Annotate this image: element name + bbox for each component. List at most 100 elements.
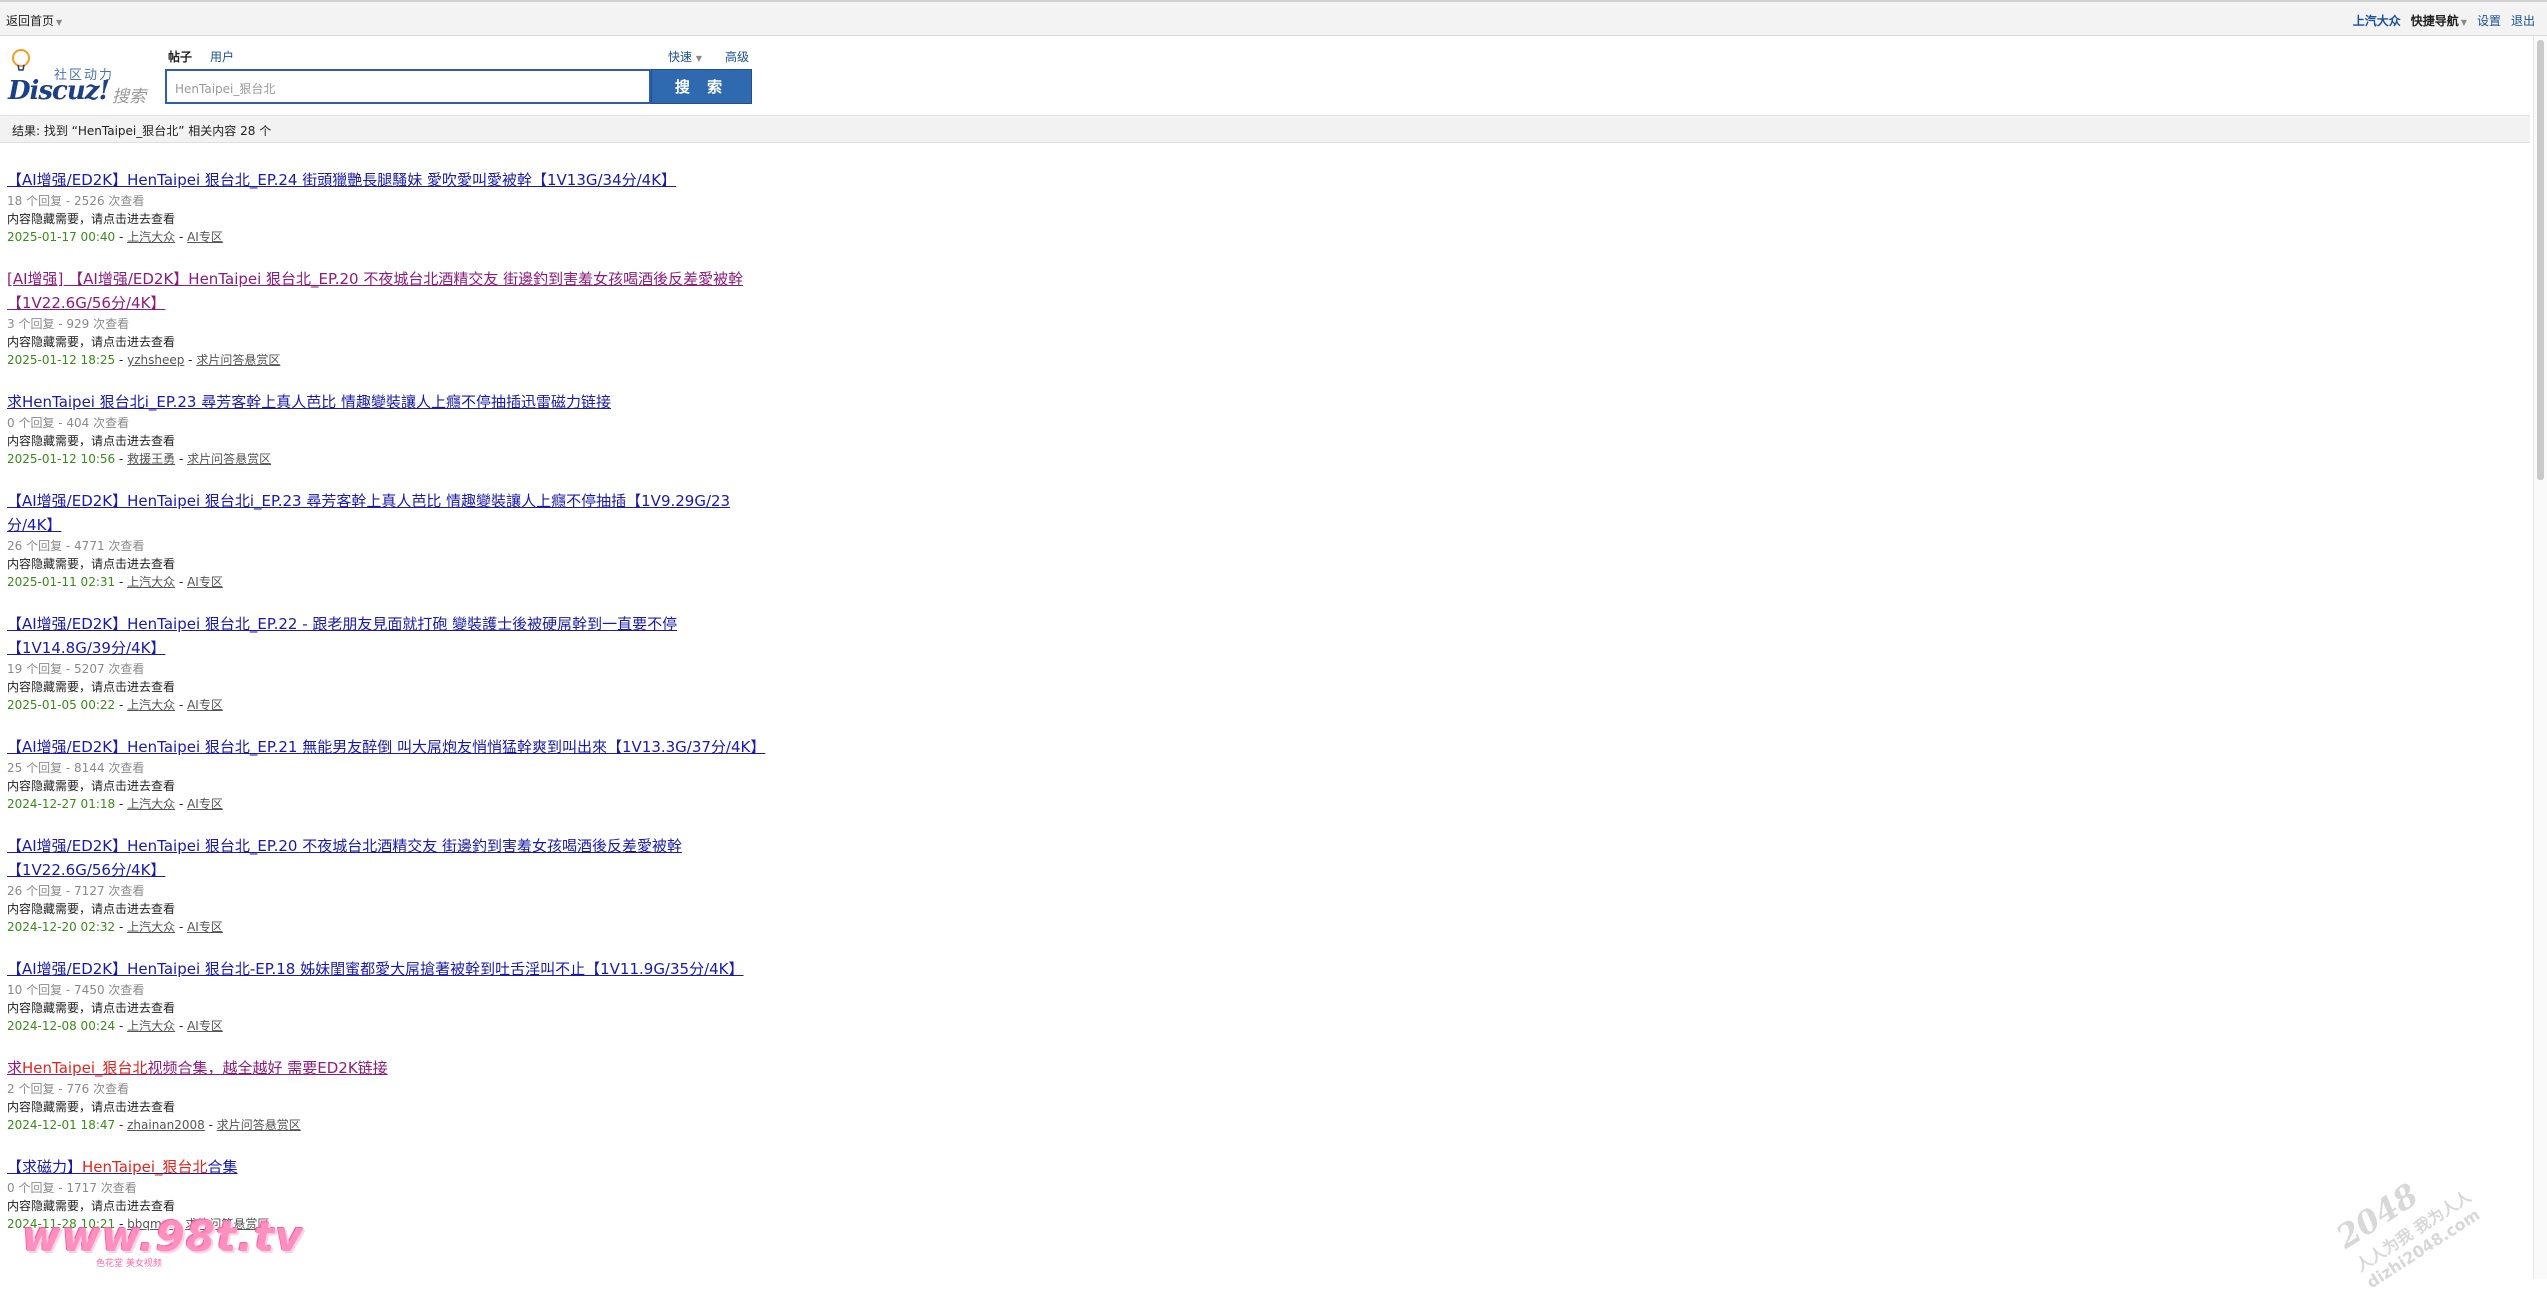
result-body: 内容隐藏需要，请点击进去查看 — [7, 902, 176, 916]
result-forum[interactable]: 求片问答悬赏区 — [187, 452, 271, 466]
result-meta: 26 个回复 - 7127 次查看 — [7, 884, 145, 898]
tab-users[interactable]: 用户 — [210, 48, 234, 65]
result-body: 内容隐藏需要，请点击进去查看 — [7, 212, 176, 226]
result-meta: 0 个回复 - 1717 次查看 — [7, 1181, 137, 1195]
list-item: 【AI增强/ED2K】HenTaipei 狠台北_EP.20 不夜城台北酒精交友… — [7, 834, 767, 936]
list-item: 【AI增强/ED2K】HenTaipei 狠台北_EP.21 無能男友醉倒 叫大… — [7, 735, 767, 813]
result-forum[interactable]: 求片问答悬赏区 — [196, 353, 280, 367]
search-input[interactable]: HenTaipei_狠台北 — [165, 69, 651, 104]
result-title[interactable]: 【AI增强/ED2K】HenTaipei 狠台北-EP.18 姊妹閨蜜都愛大屌搶… — [7, 960, 744, 978]
result-footer: 2025-01-11 02:31 - 上汽大众 - AI专区 — [7, 575, 223, 589]
result-body: 内容隐藏需要，请点击进去查看 — [7, 779, 176, 793]
result-body: 内容隐藏需要，请点击进去查看 — [7, 335, 176, 349]
result-meta: 0 个回复 - 404 次查看 — [7, 416, 130, 430]
logout-link[interactable]: 退出 — [2511, 12, 2535, 29]
home-link[interactable]: 返回首页 ▼ — [6, 12, 62, 29]
logo-brand: Discuz! — [8, 76, 110, 106]
result-author[interactable]: 救援王勇 — [127, 452, 175, 466]
result-body: 内容隐藏需要，请点击进去查看 — [7, 1100, 176, 1114]
top-bar: 返回首页 ▼ 上汽大众 快捷导航 ▼ 设置 退出 — [0, 0, 2547, 36]
chevron-down-icon: ▼ — [695, 54, 702, 63]
result-title[interactable]: 【AI增强/ED2K】HenTaipei 狠台北_EP.20 不夜城台北酒精交友… — [7, 837, 682, 879]
result-footer: 2025-01-12 18:25 - yzhsheep - 求片问答悬赏区 — [7, 353, 281, 367]
result-meta: 3 个回复 - 929 次查看 — [7, 317, 130, 331]
result-title[interactable]: 【AI增强/ED2K】HenTaipei 狠台北_EP.22 - 跟老朋友見面就… — [7, 615, 677, 657]
result-title[interactable]: 【AI增强/ED2K】HenTaipei 狠台北_EP.24 街頭獵艷長腿騷妹 … — [7, 171, 676, 189]
username-link[interactable]: 上汽大众 — [2353, 12, 2401, 29]
logo-search-word: 搜索 — [112, 87, 146, 107]
result-footer: 2024-12-27 01:18 - 上汽大众 - AI专区 — [7, 797, 223, 811]
result-title[interactable]: 求HenTaipei 狠台北i_EP.23 尋芳客幹上真人芭比 情趣變裝讓人上癮… — [7, 393, 611, 411]
result-meta: 18 个回复 - 2526 次查看 — [7, 194, 145, 208]
list-item: 求HenTaipei 狠台北i_EP.23 尋芳客幹上真人芭比 情趣變裝讓人上癮… — [7, 390, 767, 468]
scrollbar-thumb[interactable] — [2537, 40, 2544, 480]
list-item: 求HenTaipei_狠台北视频合集，越全越好 需要ED2K链接 2 个回复 -… — [7, 1056, 767, 1134]
result-author[interactable]: 上汽大众 — [127, 797, 175, 811]
watermark-98t-sub: 色花堂 美女视频 — [96, 1259, 162, 1269]
result-date: 2025-01-17 00:40 — [7, 230, 116, 244]
result-date: 2025-01-12 18:25 — [7, 353, 116, 367]
search-button[interactable]: 搜 索 — [651, 69, 752, 104]
search-type-tabs: 帖子 用户 — [168, 48, 234, 65]
watermark-98t: www.98t.tv — [22, 1212, 304, 1261]
result-date: 2025-01-12 10:56 — [7, 452, 116, 466]
result-forum[interactable]: AI专区 — [187, 575, 223, 589]
result-title[interactable]: 求HenTaipei_狠台北视频合集，越全越好 需要ED2K链接 — [7, 1059, 388, 1077]
result-forum[interactable]: AI专区 — [187, 230, 223, 244]
chevron-down-icon: ▼ — [56, 18, 63, 27]
results-list: 【AI增强/ED2K】HenTaipei 狠台北_EP.24 街頭獵艷長腿騷妹 … — [7, 168, 767, 1254]
result-meta: 26 个回复 - 4771 次查看 — [7, 539, 145, 553]
result-forum[interactable]: AI专区 — [187, 797, 223, 811]
result-author[interactable]: 上汽大众 — [127, 698, 175, 712]
result-author[interactable]: 上汽大众 — [127, 920, 175, 934]
advanced-search-link[interactable]: 高级 — [725, 48, 749, 65]
result-meta: 25 个回复 - 8144 次查看 — [7, 761, 145, 775]
highlight-keyword: HenTaipei_狠台北 — [22, 1059, 148, 1077]
result-forum[interactable]: AI专区 — [187, 920, 223, 934]
list-item: 【AI增强/ED2K】HenTaipei 狠台北i_EP.23 尋芳客幹上真人芭… — [7, 489, 767, 591]
quick-nav-menu[interactable]: 快捷导航 ▼ — [2411, 12, 2467, 29]
result-author[interactable]: zhainan2008 — [127, 1118, 205, 1132]
tab-threads[interactable]: 帖子 — [168, 48, 192, 65]
quick-search-dropdown[interactable]: 快速 ▼ — [668, 48, 702, 65]
list-item: 【AI增强/ED2K】HenTaipei 狠台北_EP.24 街頭獵艷長腿騷妹 … — [7, 168, 767, 246]
result-body: 内容隐藏需要，请点击进去查看 — [7, 1001, 176, 1015]
lightbulb-icon — [12, 49, 30, 71]
result-author[interactable]: yzhsheep — [127, 353, 184, 367]
result-title[interactable]: [AI增强] 【AI增强/ED2K】HenTaipei 狠台北_EP.20 不夜… — [7, 270, 743, 312]
list-item: 【AI增强/ED2K】HenTaipei 狠台北_EP.22 - 跟老朋友見面就… — [7, 612, 767, 714]
result-author[interactable]: 上汽大众 — [127, 575, 175, 589]
page-scrollbar[interactable] — [2533, 36, 2547, 1279]
result-author[interactable]: 上汽大众 — [127, 230, 175, 244]
result-title[interactable]: 【AI增强/ED2K】HenTaipei 狠台北_EP.21 無能男友醉倒 叫大… — [7, 738, 765, 756]
settings-link[interactable]: 设置 — [2477, 12, 2501, 29]
result-forum[interactable]: AI专区 — [187, 1019, 223, 1033]
result-date: 2024-12-08 00:24 — [7, 1019, 116, 1033]
site-logo[interactable]: 社区动力 Discuz! 搜索 — [8, 46, 148, 107]
result-body: 内容隐藏需要，请点击进去查看 — [7, 434, 176, 448]
result-author[interactable]: 上汽大众 — [127, 1019, 175, 1033]
top-bar-right: 上汽大众 快捷导航 ▼ 设置 退出 — [2353, 12, 2535, 29]
result-meta: 19 个回复 - 5207 次查看 — [7, 662, 145, 676]
watermark-2048: 2048 人人为我 我为人人 dizhi2048.com — [2329, 1094, 2547, 1316]
result-footer: 2025-01-12 10:56 - 救援王勇 - 求片问答悬赏区 — [7, 452, 272, 466]
result-date: 2025-01-11 02:31 — [7, 575, 116, 589]
result-date: 2024-12-20 02:32 — [7, 920, 116, 934]
result-meta: 2 个回复 - 776 次查看 — [7, 1082, 130, 1096]
result-meta: 10 个回复 - 7450 次查看 — [7, 983, 145, 997]
result-forum[interactable]: AI专区 — [187, 698, 223, 712]
list-item: [AI增强] 【AI增强/ED2K】HenTaipei 狠台北_EP.20 不夜… — [7, 267, 767, 369]
result-footer: 2025-01-05 00:22 - 上汽大众 - AI专区 — [7, 698, 223, 712]
result-date: 2024-12-27 01:18 — [7, 797, 116, 811]
result-body: 内容隐藏需要，请点击进去查看 — [7, 557, 176, 571]
result-title[interactable]: 【求磁力】HenTaipei_狠台北合集 — [7, 1158, 238, 1176]
result-footer: 2025-01-17 00:40 - 上汽大众 - AI专区 — [7, 230, 223, 244]
list-item: 【AI增强/ED2K】HenTaipei 狠台北-EP.18 姊妹閨蜜都愛大屌搶… — [7, 957, 767, 1035]
result-date: 2025-01-05 00:22 — [7, 698, 116, 712]
result-footer: 2024-12-08 00:24 - 上汽大众 - AI专区 — [7, 1019, 223, 1033]
result-title[interactable]: 【AI增强/ED2K】HenTaipei 狠台北i_EP.23 尋芳客幹上真人芭… — [7, 492, 730, 534]
highlight-keyword: HenTaipei_狠台北 — [82, 1158, 208, 1176]
result-footer: 2024-12-01 18:47 - zhainan2008 - 求片问答悬赏区 — [7, 1118, 301, 1132]
result-summary: 结果: 找到 “HenTaipei_狠台北” 相关内容 28 个 — [0, 115, 2530, 143]
result-forum[interactable]: 求片问答悬赏区 — [217, 1118, 301, 1132]
